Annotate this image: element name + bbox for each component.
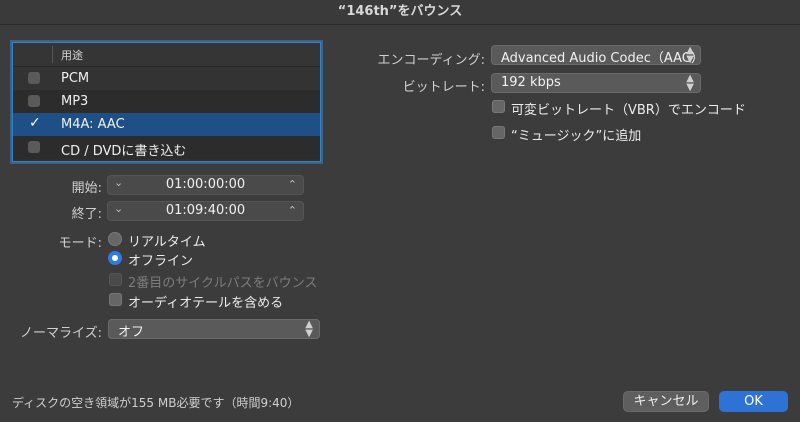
mp3-checkbox[interactable] — [28, 95, 40, 107]
include-tail-checkbox[interactable] — [109, 293, 122, 306]
normalize-label: ノーマライズ: — [20, 326, 102, 341]
encoding-popup[interactable]: Advanced Audio Codec（AAC） ▲ ▼ — [491, 45, 704, 66]
chevron-up-icon[interactable]: ⌃ — [288, 178, 297, 191]
end-time-value: 01:09:40:00 — [165, 203, 246, 218]
checkmark-icon: ✓ — [29, 115, 41, 131]
bounce-dialog: “146th”をバウンス 用途 PCM MP3 ✓ M4A: AAC CD / … — [0, 0, 800, 422]
chevron-up-icon[interactable]: ⌃ — [288, 204, 297, 217]
format-row-cd-dvd[interactable]: CD / DVDに書き込む — [13, 136, 320, 159]
format-label: MP3 — [61, 94, 89, 109]
cancel-button[interactable]: キャンセル — [623, 391, 709, 412]
cd-dvd-checkbox[interactable] — [28, 141, 40, 153]
vbr-checkbox[interactable] — [492, 100, 505, 113]
bitrate-popup[interactable]: 192 kbps ▲ ▼ — [491, 73, 701, 93]
start-time-field[interactable]: ⌄ 01:00:00:00 ⌃ — [107, 175, 304, 195]
format-label: PCM — [61, 71, 90, 86]
format-row-mp3[interactable]: MP3 — [13, 90, 320, 113]
format-label: M4A: AAC — [61, 117, 125, 132]
include-tail-label[interactable]: オーディオテールを含める — [128, 292, 283, 311]
pcm-checkbox[interactable] — [28, 72, 40, 84]
normalize-popup[interactable]: オフ ▲ ▼ — [108, 319, 320, 340]
normalize-value: オフ — [118, 325, 145, 340]
start-label: 開始: — [71, 181, 102, 196]
format-table[interactable]: 用途 PCM MP3 ✓ M4A: AAC CD / DVDに書き込む — [12, 42, 321, 162]
realtime-radio[interactable] — [108, 232, 122, 246]
end-label: 終了: — [71, 207, 102, 222]
vbr-label[interactable]: 可変ビットレート（VBR）でエンコード — [511, 99, 746, 118]
format-row-m4a[interactable]: ✓ M4A: AAC — [13, 113, 320, 136]
column-divider — [52, 46, 53, 63]
end-time-field[interactable]: ⌄ 01:09:40:00 ⌃ — [107, 201, 304, 221]
disk-space-info: ディスクの空き領域が155 MB必要です（時間9:40） — [12, 396, 300, 410]
add-to-music-checkbox[interactable] — [492, 126, 505, 139]
updown-chevron-icon: ▲ ▼ — [686, 45, 694, 65]
bitrate-value: 192 kbps — [501, 75, 561, 90]
window-title: “146th”をバウンス — [0, 0, 800, 25]
encoding-label: エンコーディング: — [377, 53, 485, 68]
format-row-pcm[interactable]: PCM — [13, 67, 320, 90]
add-to-music-label[interactable]: “ミュージック”に追加 — [511, 125, 641, 144]
second-cycle-label: 2番目のサイクルパスをバウンス — [128, 276, 318, 291]
second-cycle-checkbox — [109, 273, 122, 286]
start-time-value: 01:00:00:00 — [165, 177, 246, 192]
table-header: 用途 — [13, 43, 320, 67]
offline-radio[interactable] — [108, 251, 122, 265]
mode-label: モード: — [58, 236, 102, 251]
updown-chevron-icon: ▲ ▼ — [686, 73, 694, 93]
format-label: CD / DVDに書き込む — [61, 144, 187, 159]
ok-button[interactable]: OK — [719, 391, 788, 412]
realtime-label[interactable]: リアルタイム — [128, 231, 206, 250]
encoding-value: Advanced Audio Codec（AAC） — [501, 51, 704, 66]
bitrate-label: ビットレート: — [402, 80, 485, 95]
column-header-purpose: 用途 — [61, 49, 83, 62]
offline-label[interactable]: オフライン — [128, 250, 193, 269]
updown-chevron-icon: ▲ ▼ — [305, 319, 313, 339]
